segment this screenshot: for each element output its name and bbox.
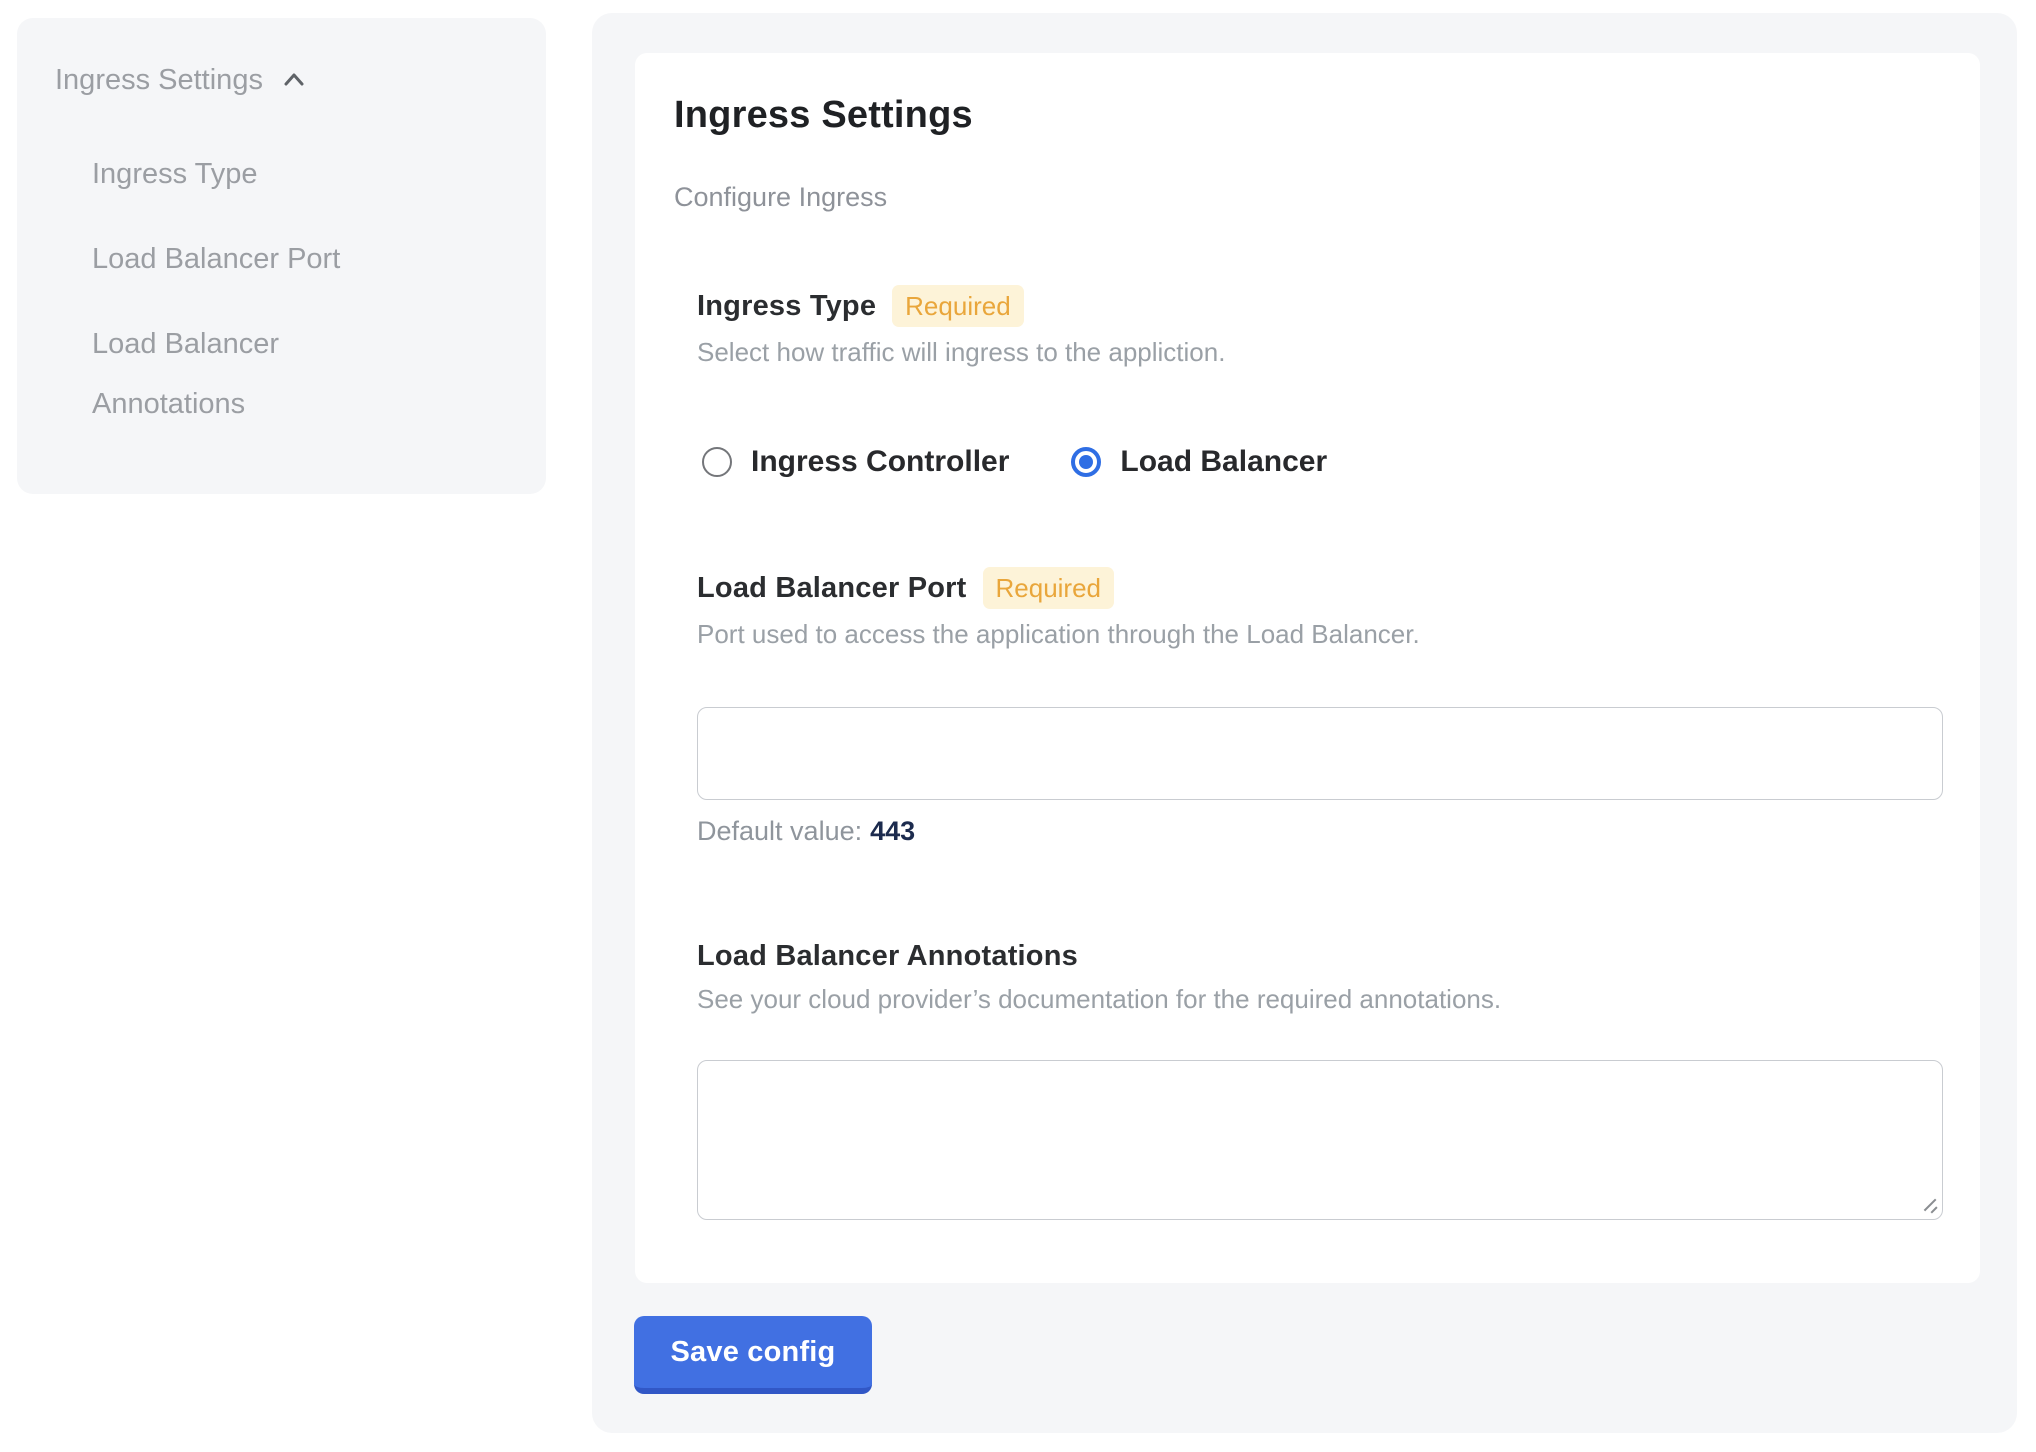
radio-unselected-icon[interactable] xyxy=(702,447,732,477)
radio-label: Load Balancer xyxy=(1120,445,1327,479)
page-subtitle: Configure Ingress xyxy=(674,181,1943,213)
required-badge: Required xyxy=(892,285,1024,327)
ingress-type-description: Select how traffic will ingress to the a… xyxy=(697,335,1943,369)
default-value-label: Default value: xyxy=(697,816,862,846)
default-value: 443 xyxy=(870,816,915,846)
sidebar-item-ingress-type[interactable]: Ingress Type xyxy=(92,144,402,204)
default-value-line: Default value: 443 xyxy=(697,814,1943,848)
load-balancer-port-description: Port used to access the application thro… xyxy=(697,617,1943,651)
chevron-up-icon xyxy=(279,65,309,95)
ingress-settings-panel: Ingress Settings Configure Ingress Ingre… xyxy=(592,13,2017,1433)
load-balancer-annotations-label: Load Balancer Annotations xyxy=(697,938,1078,974)
load-balancer-annotations-description: See your cloud provider’s documentation … xyxy=(697,982,1943,1016)
settings-sidebar: Ingress Settings Ingress Type Load Balan… xyxy=(17,18,546,494)
radio-label: Ingress Controller xyxy=(751,445,1009,479)
load-balancer-port-input[interactable] xyxy=(697,707,1943,800)
sidebar-section-ingress-settings[interactable]: Ingress Settings xyxy=(55,60,516,100)
ingress-type-label: Ingress Type xyxy=(697,288,876,324)
section-load-balancer-port: Load Balancer Port Required Port used to… xyxy=(697,567,1943,848)
radio-selected-icon[interactable] xyxy=(1071,447,1101,477)
radio-option-ingress-controller[interactable]: Ingress Controller xyxy=(702,445,1009,479)
ingress-settings-card: Ingress Settings Configure Ingress Ingre… xyxy=(635,53,1980,1283)
ingress-type-radio-group: Ingress Controller Load Balancer xyxy=(702,445,1943,479)
section-load-balancer-annotations: Load Balancer Annotations See your cloud… xyxy=(697,938,1943,1220)
sidebar-list: Ingress Type Load Balancer Port Load Bal… xyxy=(92,144,516,434)
sidebar-section-label: Ingress Settings xyxy=(55,60,263,100)
radio-option-load-balancer[interactable]: Load Balancer xyxy=(1071,445,1327,479)
page-title: Ingress Settings xyxy=(674,93,1943,137)
sidebar-item-load-balancer-annotations[interactable]: Load Balancer Annotations xyxy=(92,314,402,434)
save-config-button[interactable]: Save config xyxy=(634,1316,872,1394)
load-balancer-annotations-textarea[interactable] xyxy=(697,1060,1943,1220)
section-ingress-type: Ingress Type Required Select how traffic… xyxy=(697,285,1943,479)
sidebar-item-load-balancer-port[interactable]: Load Balancer Port xyxy=(92,229,402,289)
required-badge: Required xyxy=(983,567,1115,609)
load-balancer-port-label: Load Balancer Port xyxy=(697,570,967,606)
